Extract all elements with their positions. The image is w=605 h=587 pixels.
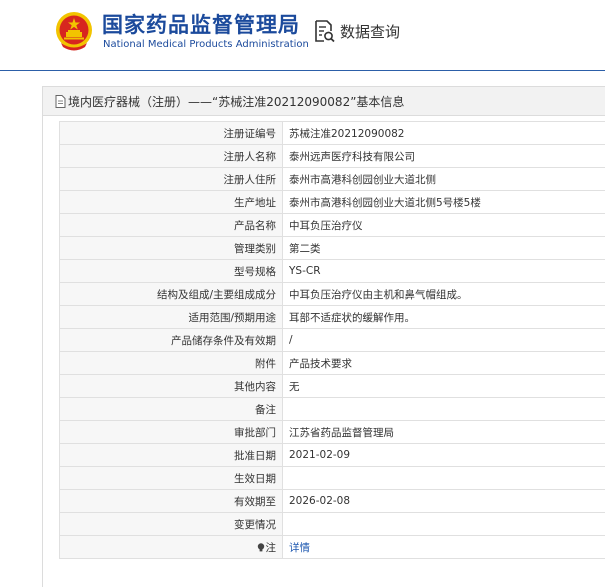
row-label: 备注	[60, 398, 283, 421]
table-row: 备注	[60, 398, 605, 421]
row-value	[283, 467, 605, 490]
table-row: 注册人名称 泰州远声医疗科技有限公司	[60, 145, 605, 168]
table-row: 批准日期 2021-02-09	[60, 444, 605, 467]
row-value: 2026-02-08	[283, 490, 605, 513]
table-row: 产品名称 中耳负压治疗仪	[60, 214, 605, 237]
row-value: 苏械注准20212090082	[283, 122, 605, 145]
brand-title: 国家药品监督管理局	[102, 9, 300, 39]
detail-panel: 境内医疗器械（注册）——“苏械注准20212090082”基本信息 注册证编号 …	[42, 86, 605, 587]
table-row: 注册证编号 苏械注准20212090082	[60, 122, 605, 145]
row-label: 有效期至	[60, 490, 283, 513]
brand-subtitle: National Medical Products Administration	[103, 39, 309, 50]
row-value: 中耳负压治疗仪	[283, 214, 605, 237]
row-value: /	[283, 329, 605, 352]
panel-title-bar: 境内医疗器械（注册）——“苏械注准20212090082”基本信息	[43, 87, 605, 116]
table-row: 结构及组成/主要组成成分 中耳负压治疗仪由主机和鼻气帽组成。	[60, 283, 605, 306]
row-value: 泰州远声医疗科技有限公司	[283, 145, 605, 168]
table-row: 变更情况	[60, 513, 605, 536]
table-row: 生产地址 泰州市高港科创园创业大道北侧5号楼5楼	[60, 191, 605, 214]
row-value: YS-CR	[283, 260, 605, 283]
lightbulb-icon	[257, 543, 265, 552]
row-label: 产品储存条件及有效期	[60, 329, 283, 352]
row-value: 产品技术要求	[283, 352, 605, 375]
row-value: 中耳负压治疗仪由主机和鼻气帽组成。	[283, 283, 605, 306]
table-row: 审批部门 江苏省药品监督管理局	[60, 421, 605, 444]
row-value	[283, 398, 605, 421]
row-value: 第二类	[283, 237, 605, 260]
registration-info-table: 注册证编号 苏械注准20212090082 注册人名称 泰州远声医疗科技有限公司…	[59, 121, 605, 559]
national-emblem-icon	[55, 10, 93, 52]
row-value	[283, 513, 605, 536]
row-value: 泰州市高港科创园创业大道北侧5号楼5楼	[283, 191, 605, 214]
row-value: 江苏省药品监督管理局	[283, 421, 605, 444]
row-label: 注册人名称	[60, 145, 283, 168]
note-label-text: 注	[266, 540, 277, 555]
row-label: 管理类别	[60, 237, 283, 260]
row-label: 注册人住所	[60, 168, 283, 191]
document-search-icon	[312, 19, 336, 43]
row-label: 产品名称	[60, 214, 283, 237]
note-row-label: 注	[60, 536, 283, 559]
table-row: 管理类别 第二类	[60, 237, 605, 260]
table-row: 注 详情	[60, 536, 605, 559]
table-row: 附件 产品技术要求	[60, 352, 605, 375]
data-query-label: 数据查询	[340, 21, 400, 42]
row-value: 详情	[283, 536, 605, 559]
table-row: 型号规格 YS-CR	[60, 260, 605, 283]
document-icon	[55, 95, 66, 108]
row-value: 耳部不适症状的缓解作用。	[283, 306, 605, 329]
site-header: 国家药品监督管理局 National Medical Products Admi…	[0, 0, 605, 71]
table-row: 产品储存条件及有效期 /	[60, 329, 605, 352]
table-row: 注册人住所 泰州市高港科创园创业大道北侧	[60, 168, 605, 191]
table-row: 生效日期	[60, 467, 605, 490]
row-label: 审批部门	[60, 421, 283, 444]
row-label: 附件	[60, 352, 283, 375]
row-label: 适用范围/预期用途	[60, 306, 283, 329]
panel-title: 境内医疗器械（注册）——“苏械注准20212090082”基本信息	[68, 93, 404, 110]
row-label: 变更情况	[60, 513, 283, 536]
row-label: 生产地址	[60, 191, 283, 214]
row-label: 型号规格	[60, 260, 283, 283]
row-label: 生效日期	[60, 467, 283, 490]
row-label: 注册证编号	[60, 122, 283, 145]
row-value: 无	[283, 375, 605, 398]
table-row: 适用范围/预期用途 耳部不适症状的缓解作用。	[60, 306, 605, 329]
details-link[interactable]: 详情	[289, 542, 310, 554]
table-row: 其他内容 无	[60, 375, 605, 398]
row-label: 结构及组成/主要组成成分	[60, 283, 283, 306]
table-row: 有效期至 2026-02-08	[60, 490, 605, 513]
row-label: 批准日期	[60, 444, 283, 467]
row-label: 其他内容	[60, 375, 283, 398]
row-value: 2021-02-09	[283, 444, 605, 467]
data-query-link[interactable]: 数据查询	[312, 18, 400, 44]
row-value: 泰州市高港科创园创业大道北侧	[283, 168, 605, 191]
